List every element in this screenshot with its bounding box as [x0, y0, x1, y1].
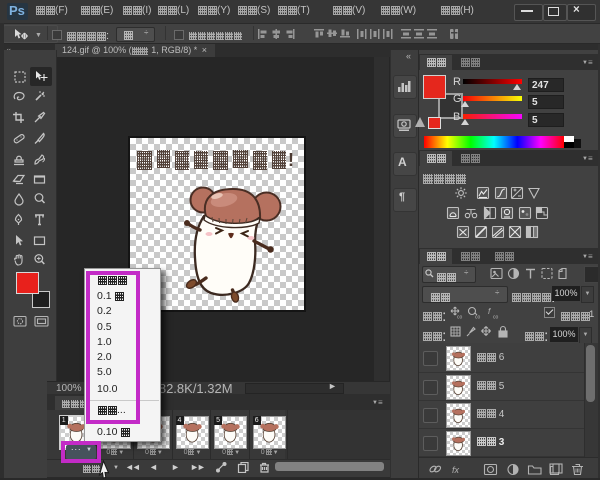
svg-text:fx: fx: [452, 465, 460, 475]
svg-text:co: co: [493, 315, 499, 320]
svg-text:co: co: [457, 315, 463, 320]
svg-text:f: f: [488, 307, 491, 316]
svg-text:co: co: [475, 315, 481, 320]
